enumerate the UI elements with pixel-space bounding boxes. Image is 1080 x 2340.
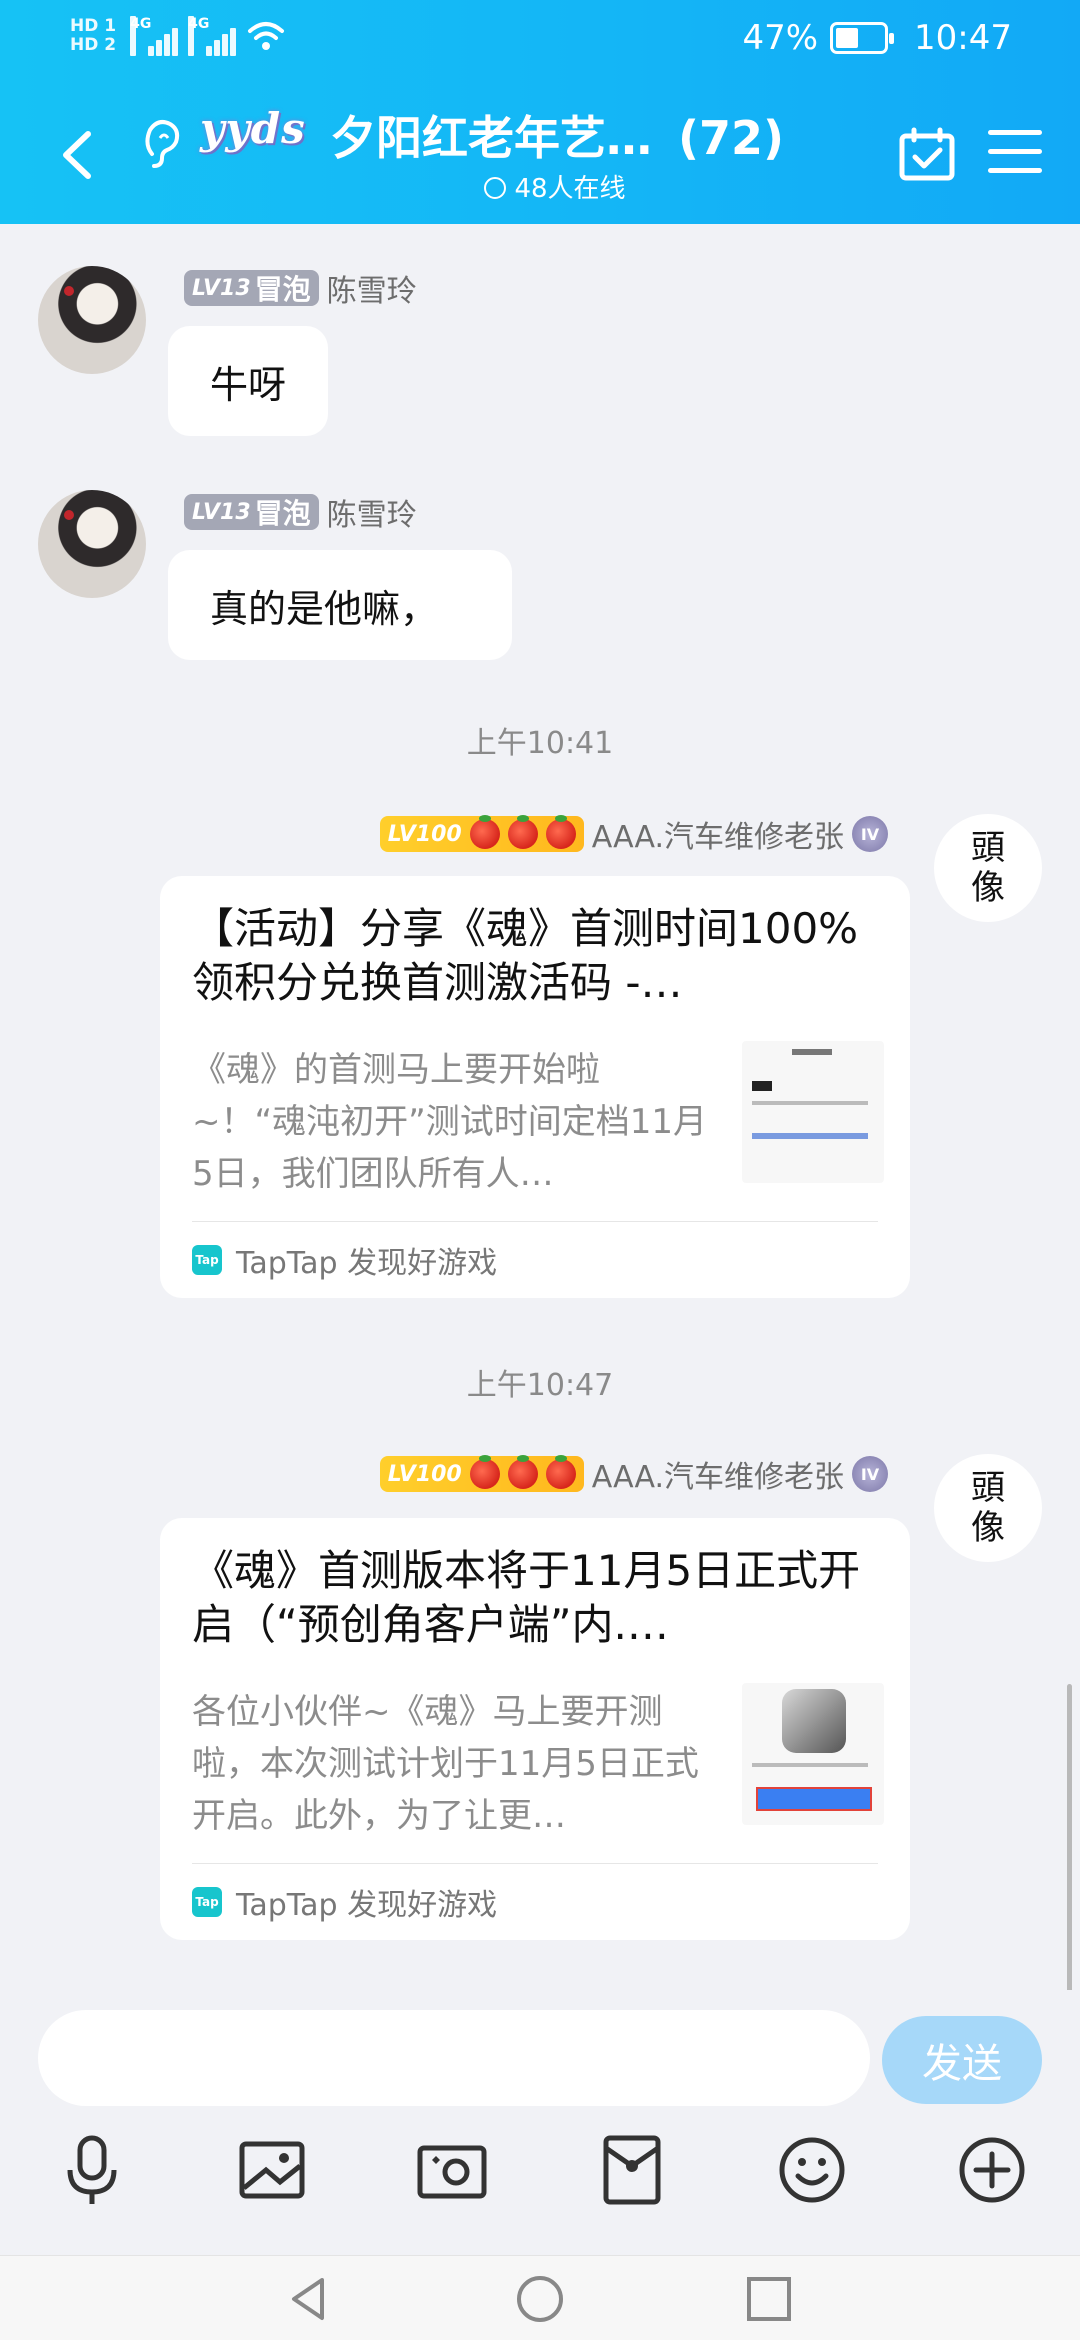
sender-name[interactable]: AAA.汽车维修老张 [592,812,844,856]
input-bar: 发送 [0,1990,1080,2255]
avatar[interactable] [38,266,146,374]
sender-name[interactable]: 陈雪玲 [327,266,417,310]
emoji-icon[interactable] [772,2130,852,2210]
avatar-char: 像 [971,1508,1005,1548]
signal-icon: 4G [130,16,179,56]
menu-icon[interactable] [988,130,1042,176]
timestamp: 上午10:47 [466,1368,614,1403]
card-description: 《魂》的首测马上要开始啦~！“魂沌初开”测试时间定档11月5日，我们团队所有人… [192,1050,707,1194]
ear-icon[interactable] [140,116,184,172]
tomato-icon [545,815,576,849]
tomato-icon [507,1455,538,1489]
red-packet-icon[interactable] [592,2130,672,2210]
member-count: (72) [678,111,785,165]
taptap-icon: Tap [192,1245,222,1275]
online-icon [484,177,507,199]
sender-meta: LV13 冒泡 陈雪玲 [184,266,417,310]
nav-home-icon[interactable] [515,2274,565,2324]
network-type-1: 4G [130,16,151,56]
group-title[interactable]: 夕阳红老年艺… (72) [330,102,784,168]
sender-name[interactable]: 陈雪玲 [327,490,417,534]
image-icon[interactable] [232,2130,312,2210]
nav-back-icon[interactable] [284,2274,334,2324]
yyds-badge: yyds [200,104,306,153]
card-title: 【活动】分享《魂》首测时间100%领积分兑换首测激活码 -… [192,904,859,1007]
message-bubble[interactable]: 真的是他嘛， [168,550,512,660]
camera-icon[interactable] [412,2130,492,2210]
wifi-icon [248,22,285,50]
tomato-icon [469,1455,500,1489]
navigation-bar [0,2255,1080,2340]
hd-indicator: HD 1 HD 2 [70,17,116,55]
message-bubble[interactable]: 牛呀 [168,326,328,436]
battery-percent: 47% [742,18,819,58]
card-thumbnail [742,1041,884,1183]
avatar[interactable] [38,490,146,598]
card-description: 各位小伙伴~《魂》马上要开测啦，本次测试计划于11月5日正式开启。此外，为了让更… [192,1692,699,1836]
avatar[interactable]: 頭 像 [934,814,1042,922]
group-name: 夕阳红老年艺… [330,111,652,165]
source-label: TapTap 发现好游戏 [236,1246,498,1281]
card-source: Tap TapTap 发现好游戏 [192,1238,497,1282]
message-text: 真的是他嘛， [210,586,439,631]
signal-icon-2: 4G [188,16,237,56]
tomato-icon [469,815,500,849]
microphone-icon[interactable] [52,2130,132,2210]
network-type-2: 4G [188,16,209,56]
avatar-char: 頭 [971,1468,1005,1508]
chat-header: HD 1 HD 2 4G 4G 47% 10:47 yyds 夕阳红老年艺… (… [0,0,1080,224]
toolbar [0,2130,1080,2240]
taptap-icon: Tap [192,1887,222,1917]
tomato-icon [545,1455,576,1489]
avatar[interactable]: 頭 像 [934,1454,1042,1562]
divider [192,1863,878,1864]
level-badge: LV13 冒泡 [184,270,319,306]
share-card[interactable]: 《魂》首测版本将于11月5日正式开启（“预创角客户端”内.… 各位小伙伴~《魂》… [160,1518,910,1940]
message-input[interactable] [38,2010,870,2106]
avatar-char: 像 [971,868,1005,908]
level-badge: LV100 [379,815,584,852]
sender-meta: LV100 AAA.汽车维修老张 IV [379,1452,888,1496]
level-badge: LV100 [379,1455,584,1492]
divider [192,1221,878,1222]
calendar-check-icon[interactable] [898,126,956,182]
sender-name[interactable]: AAA.汽车维修老张 [592,1452,844,1496]
send-button[interactable]: 发送 [882,2016,1042,2104]
card-source: Tap TapTap 发现好游戏 [192,1880,497,1924]
hd2-label: HD 2 [70,35,117,55]
clock: 10:47 [914,18,1012,58]
sender-meta: LV100 AAA.汽车维修老张 IV [379,812,888,856]
hd1-label: HD 1 [70,16,117,36]
level-badge: LV13 冒泡 [184,494,319,530]
status-bar: HD 1 HD 2 4G 4G 47% 10:47 [0,0,1080,90]
rank-badge: IV [852,1456,888,1492]
online-count: 48人在线 [514,174,626,204]
share-card[interactable]: 【活动】分享《魂》首测时间100%领积分兑换首测激活码 -… 《魂》的首测马上要… [160,876,910,1298]
sender-meta: LV13 冒泡 陈雪玲 [184,490,417,534]
source-label: TapTap 发现好游戏 [236,1888,498,1923]
nav-recents-icon[interactable] [744,2274,794,2324]
chat-area[interactable]: LV13 冒泡 陈雪玲 牛呀 LV13 冒泡 陈雪玲 真的是他嘛， 上午10:41 … [0,224,1080,2214]
plus-icon[interactable] [952,2130,1032,2210]
battery-icon [830,22,895,54]
card-title: 《魂》首测版本将于11月5日正式开启（“预创角客户端”内.… [192,1546,861,1649]
avatar-char: 頭 [971,828,1005,868]
message-text: 牛呀 [210,362,287,407]
tomato-icon [507,815,538,849]
card-thumbnail [742,1683,884,1825]
timestamp: 上午10:41 [466,726,614,761]
title-bar: yyds 夕阳红老年艺… (72) 48人在线 [0,90,1080,224]
rank-badge: IV [852,816,888,852]
